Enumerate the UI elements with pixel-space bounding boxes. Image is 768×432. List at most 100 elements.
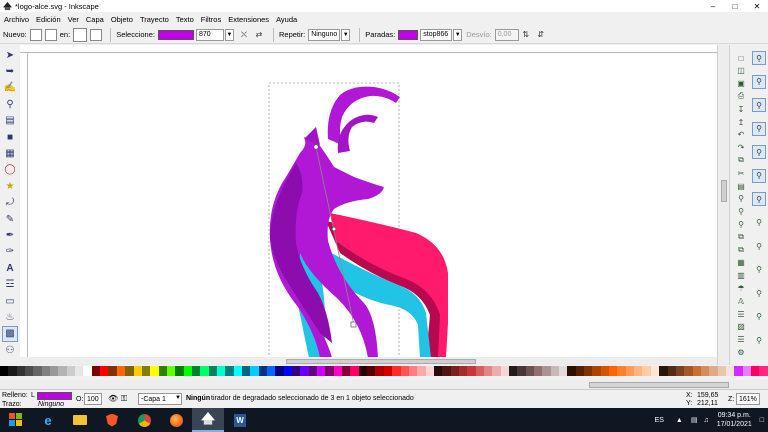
windows-start-icon[interactable] [0, 408, 32, 432]
vertical-scroll-thumb[interactable] [721, 180, 727, 202]
palette-swatch[interactable] [417, 366, 426, 376]
palette-swatch[interactable] [725, 366, 735, 376]
palette-swatch[interactable] [717, 366, 726, 376]
drawing-canvas[interactable] [28, 53, 717, 357]
palette-swatch[interactable] [534, 366, 543, 376]
palette-swatch[interactable] [250, 366, 259, 376]
menu-filtros[interactable]: Filtros [201, 15, 221, 24]
palette-swatch[interactable] [475, 366, 484, 376]
palette-swatch[interactable] [617, 366, 626, 376]
spray-icon[interactable]: ☲ [2, 276, 18, 292]
notifications-icon[interactable]: □ [760, 417, 764, 424]
palette-swatch[interactable] [525, 366, 534, 376]
opacity-field[interactable]: 100 [84, 393, 102, 405]
tweak-icon[interactable]: ✍ [2, 80, 18, 96]
palette-swatch[interactable] [500, 366, 509, 376]
palette-swatch[interactable] [508, 366, 518, 376]
zoom-icon[interactable]: ⚲ [2, 96, 18, 112]
clock-time[interactable]: 09:34 p.m. [718, 411, 751, 420]
gradient-icon[interactable]: ▩ [2, 325, 18, 343]
horizontal-ruler[interactable] [20, 45, 717, 53]
menu-objeto[interactable]: Objeto [111, 15, 133, 24]
palette-swatch[interactable] [600, 366, 610, 376]
delete-stop-icon[interactable]: ⇵ [535, 29, 547, 41]
horizontal-scroll-thumb[interactable] [286, 359, 476, 364]
repeat-dropdown-arrow[interactable]: ▼ [341, 28, 351, 41]
palette-swatch[interactable] [133, 366, 142, 376]
palette-scroll-thumb[interactable] [589, 382, 729, 388]
palette-swatch[interactable] [550, 366, 560, 376]
palette-swatch[interactable] [208, 366, 217, 376]
palette-swatch[interactable] [367, 366, 376, 376]
palette-swatch[interactable] [742, 366, 751, 376]
palette-swatch[interactable] [458, 366, 468, 376]
measure-icon[interactable]: ▤ [2, 113, 18, 129]
palette-swatch[interactable] [542, 366, 551, 376]
palette-swatch[interactable] [675, 366, 685, 376]
brave-icon[interactable] [96, 408, 128, 432]
clock-date[interactable]: 17/01/2021 [717, 420, 752, 429]
menu-extensiones[interactable]: Extensiones [228, 15, 269, 24]
palette-swatch[interactable] [25, 366, 34, 376]
palette-swatch[interactable] [300, 366, 309, 376]
lock-icon[interactable]: ⛌ [238, 29, 250, 41]
palette-swatch[interactable] [609, 366, 618, 376]
snap-path-icon[interactable]: ⚲ [752, 168, 766, 183]
minimize-icon[interactable]: – [702, 0, 724, 12]
palette-swatch[interactable] [567, 366, 576, 376]
snap-cusp-icon[interactable]: ⚲ [752, 192, 766, 206]
selection-gradient-name[interactable]: 870 [195, 28, 224, 41]
text-icon[interactable]: A [2, 260, 18, 276]
palette-swatch[interactable] [100, 366, 109, 376]
palette-swatch[interactable] [759, 366, 768, 376]
close-icon[interactable]: ✕ [746, 0, 768, 12]
palette-swatch[interactable] [492, 366, 501, 376]
palette-swatch[interactable] [108, 366, 117, 376]
selection-gradient-swatch[interactable] [157, 29, 194, 40]
spiral-icon[interactable]: ⤾ [2, 195, 18, 211]
palette-swatch[interactable] [33, 366, 42, 376]
palette-swatch[interactable] [350, 366, 359, 376]
language-indicator[interactable]: ES [655, 417, 664, 424]
palette-swatch[interactable] [692, 366, 701, 376]
vertical-ruler[interactable] [20, 53, 28, 357]
palette-swatch[interactable] [634, 366, 643, 376]
eraser-icon[interactable]: ▭ [2, 293, 18, 309]
palette-swatch[interactable] [342, 366, 351, 376]
palette-swatch[interactable] [158, 366, 167, 376]
palette-swatch[interactable] [625, 366, 635, 376]
menu-capa[interactable]: Capa [86, 15, 104, 24]
repeat-select[interactable]: Ninguno [308, 28, 341, 41]
horizontal-scrollbar[interactable] [28, 357, 717, 365]
word-icon[interactable]: W [224, 408, 256, 432]
palette-swatch[interactable] [241, 366, 251, 376]
3dbox-icon[interactable]: ▦ [2, 145, 18, 161]
palette-swatch[interactable] [233, 366, 242, 376]
palette-swatch[interactable] [650, 366, 660, 376]
layer-dropdown-arrow[interactable]: ▼ [175, 395, 181, 401]
fill-swatch[interactable] [37, 392, 72, 400]
palette-swatch[interactable] [575, 366, 585, 376]
selection-dropdown-arrow[interactable]: ▼ [224, 28, 234, 41]
snap-smooth-icon[interactable]: ⚲ [752, 216, 766, 230]
palette-swatch[interactable] [16, 366, 26, 376]
maximize-icon[interactable]: □ [724, 0, 746, 12]
palette-swatch[interactable] [517, 366, 526, 376]
network-icon[interactable]: ▤ [691, 416, 698, 424]
dropper-icon[interactable]: ⚇ [2, 342, 18, 358]
palette-swatch[interactable] [392, 366, 401, 376]
snap-center-icon[interactable]: ⚲ [752, 263, 766, 277]
palette-swatch[interactable] [317, 366, 326, 376]
palette-swatch[interactable] [750, 366, 760, 376]
rectangle-icon[interactable]: ■ [2, 129, 18, 145]
palette-swatch[interactable] [83, 366, 92, 376]
palette-swatch[interactable] [267, 366, 276, 376]
palette-swatch[interactable] [91, 366, 101, 376]
palette-swatch[interactable] [433, 366, 443, 376]
snap-nodes-icon[interactable]: ⚲ [752, 145, 766, 159]
snap-page-icon[interactable]: ⚲ [752, 310, 766, 324]
palette-swatch[interactable] [183, 366, 192, 376]
layer-lock-icon[interactable]: ⚿ [121, 394, 127, 404]
palette-swatch[interactable] [584, 366, 593, 376]
inkscape-taskbar-icon[interactable] [192, 408, 224, 432]
